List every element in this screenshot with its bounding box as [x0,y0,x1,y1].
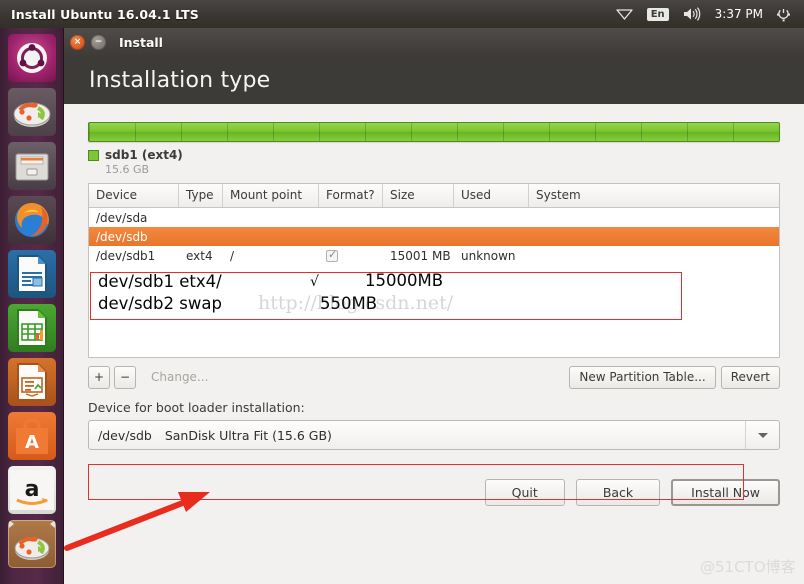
column-header-device[interactable]: Device [89,184,179,207]
amazon-icon: a [9,470,54,510]
bootloader-label: Device for boot loader installation: [88,400,305,415]
window-title: Install [119,35,163,50]
chevron-down-icon[interactable] [745,421,779,449]
file-manager-icon [15,153,48,181]
cell-format-checkbox[interactable] [319,249,383,263]
cell-device: /dev/sdb1 [96,248,156,263]
launcher-item-libreoffice-writer[interactable] [7,250,56,298]
firefox-icon [14,203,49,237]
page-header: Installation type [64,57,804,104]
footer-buttons: Quit Back Install Now [88,479,780,506]
revert-button[interactable]: Revert [720,366,780,389]
partition-bar [88,122,780,142]
launcher-item-libreoffice-calc[interactable] [7,304,56,352]
format-checkbox[interactable] [326,249,338,262]
keyboard-layout-label: En [646,7,669,21]
launcher-item-ubuntu-dash[interactable] [7,34,56,82]
add-partition-button[interactable]: + [88,366,110,389]
cell-size: 15001 MB [390,248,451,263]
launcher-item-amazon[interactable]: a [7,466,56,514]
column-header-mount-point[interactable]: Mount point [223,184,319,207]
table-row[interactable]: /dev/sda [89,208,779,227]
software-center-icon: A [15,418,48,454]
close-icon[interactable]: × [70,35,85,50]
column-header-system[interactable]: System [529,184,779,207]
cell-used: unknown [461,248,516,263]
unity-launcher: A a [0,28,64,584]
partition-legend: sdb1 (ext4) 15.6 GB [88,148,780,176]
install-now-button[interactable]: Install Now [671,479,780,506]
screen: Install Ubuntu 16.04.1 LTS En 3:37 PM A … [0,0,804,584]
column-header-used[interactable]: Used [454,184,529,207]
quit-button[interactable]: Quit [484,479,565,506]
new-partition-table-button[interactable]: New Partition Table... [569,366,716,389]
minimize-icon[interactable]: − [91,35,106,50]
launcher-item-firefox[interactable] [7,196,56,244]
bootloader-description: SanDisk Ultra Fit (15.6 GB) [164,427,332,443]
minimize-glyph: − [94,37,103,47]
cell-device: /dev/sda [96,210,148,225]
install-disk-icon [14,536,49,560]
wifi-icon[interactable] [609,0,640,28]
writer-icon [16,255,47,293]
bootloader-device-select[interactable]: /dev/sdb SanDisk Ultra Fit (15.6 GB) [88,420,780,450]
svg-text:A: A [25,432,39,453]
keyboard-layout-indicator[interactable]: En [640,0,676,28]
launcher-item-install-ubuntu[interactable] [7,520,56,568]
ubuntu-logo-icon [16,43,47,73]
column-header-size[interactable]: Size [383,184,454,207]
cell-device: /dev/sdb [96,229,148,244]
disk-icon [13,102,50,127]
table-row[interactable]: /dev/sdb1 ext4 / 15001 MB unknown [89,246,779,265]
impress-icon [16,363,47,401]
bootloader-value: /dev/sdb SanDisk Ultra Fit (15.6 GB) [89,428,332,443]
calc-icon [16,309,47,347]
window-titlebar[interactable]: × − Install [64,28,804,57]
bootloader-device: /dev/sdb [98,427,152,443]
volume-icon[interactable] [676,0,709,28]
launcher-item-libreoffice-impress[interactable] [7,358,56,406]
partition-table[interactable]: Device Type Mount point Format? Size Use… [88,183,780,358]
launcher-focus-arrow-right [49,520,55,528]
launcher-item-startup-disk-creator[interactable] [7,88,56,136]
partition-toolbar: + − Change... New Partition Table... Rev… [88,366,780,389]
clock[interactable]: 3:37 PM [709,7,769,21]
column-header-type[interactable]: Type [179,184,223,207]
top-panel: Install Ubuntu 16.04.1 LTS En 3:37 PM [0,0,804,28]
table-header-row: Device Type Mount point Format? Size Use… [89,184,779,208]
column-header-format[interactable]: Format? [319,184,383,207]
launcher-focus-arrow-left [8,520,14,528]
legend-size: 15.6 GB [105,163,150,176]
cell-mount-point: / [230,248,235,263]
power-gear-icon[interactable] [769,0,798,28]
panel-title: Install Ubuntu 16.04.1 LTS [11,6,199,22]
change-partition-button[interactable]: Change... [141,366,218,389]
launcher-item-files[interactable] [7,142,56,190]
page-title: Installation type [89,68,271,93]
caret-shape [757,432,768,438]
window-body: sdb1 (ext4) 15.6 GB Device Type Mount po… [64,122,804,584]
close-glyph: × [73,37,82,47]
svg-text:a: a [24,477,39,502]
legend-color-swatch [88,150,99,161]
launcher-item-ubuntu-software[interactable]: A [7,412,56,460]
remove-partition-button[interactable]: − [114,366,136,389]
legend-label: sdb1 (ext4) [105,148,183,162]
installer-window: × − Install Installation type sdb1 (ext4… [64,28,804,584]
panel-indicators: En 3:37 PM [609,0,804,28]
table-row[interactable]: /dev/sdb [89,227,779,246]
cell-type: ext4 [186,248,213,263]
back-button[interactable]: Back [575,479,661,506]
